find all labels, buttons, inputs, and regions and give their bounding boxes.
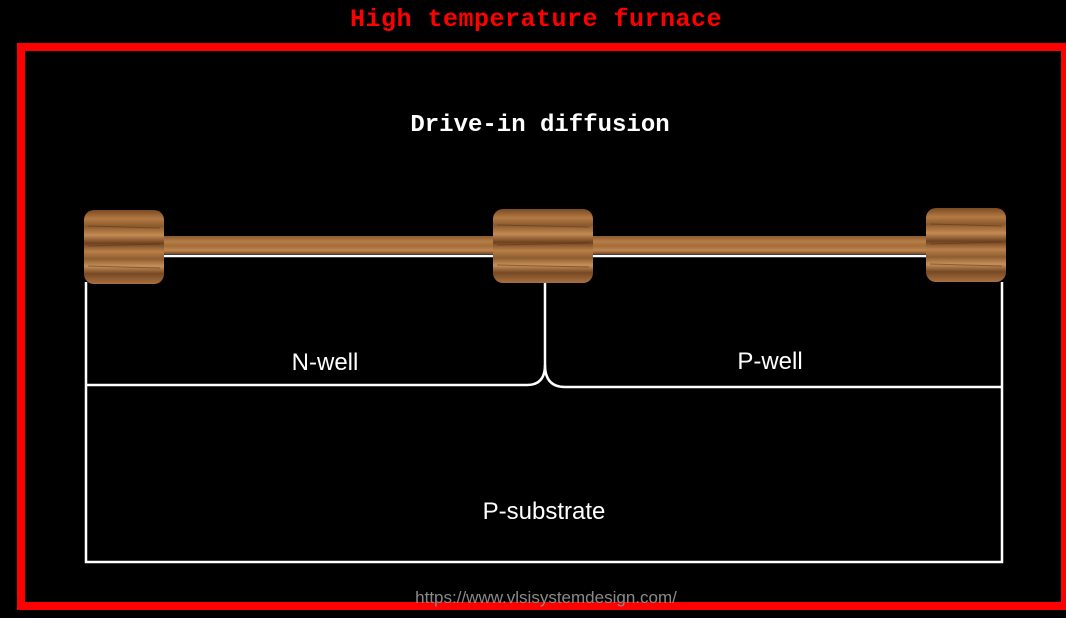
p-substrate-label: P-substrate [482,498,606,525]
thin-oxide-right [588,236,932,254]
field-oxide-left [84,210,164,284]
p-well-label: P-well [737,348,803,375]
field-oxide-right [926,208,1006,282]
field-oxide-center [493,209,593,283]
watermark-url: https://www.vlsisystemdesign.com/ [415,588,677,607]
n-well-label: N-well [291,349,359,376]
thin-oxide-left [158,236,498,254]
